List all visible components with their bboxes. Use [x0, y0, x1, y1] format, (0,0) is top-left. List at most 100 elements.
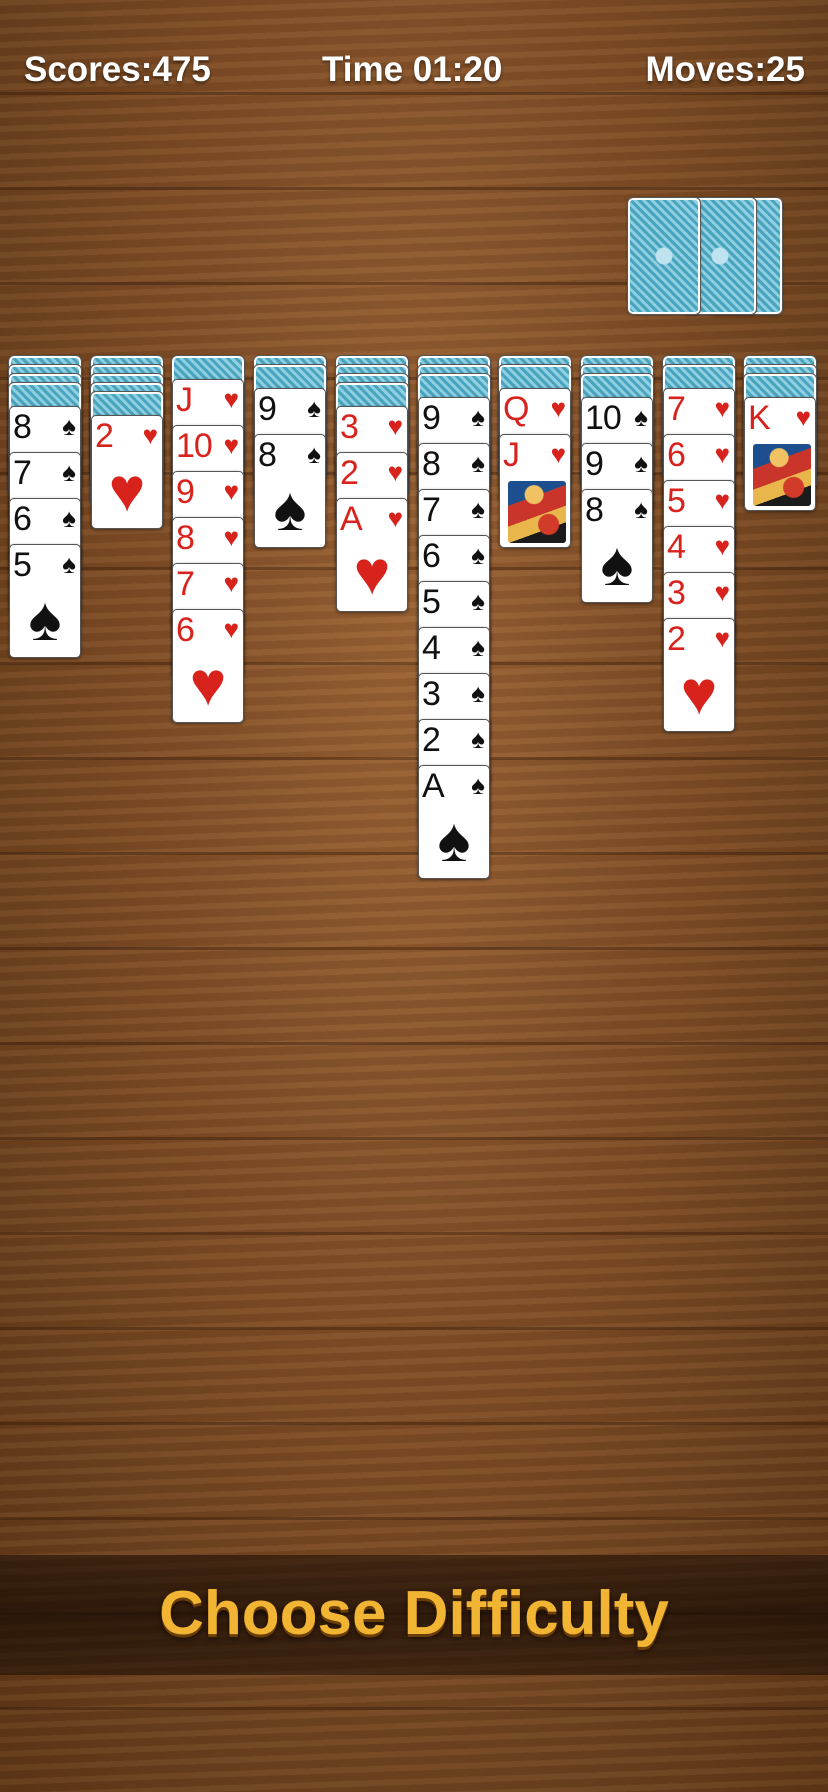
- heart-icon: ♥: [189, 650, 227, 719]
- heart-icon: ♥: [387, 503, 403, 533]
- card-rank: 3: [667, 574, 686, 612]
- card-rank: 6: [667, 436, 686, 474]
- spade-icon: ♠: [62, 549, 76, 579]
- spade-icon: ♠: [471, 586, 485, 616]
- card-rank: 8: [176, 519, 195, 557]
- card-rank: 2: [422, 721, 441, 759]
- card-rank: 8: [258, 436, 277, 474]
- heart-icon: ♥: [387, 411, 403, 441]
- spade-icon: ♠: [600, 530, 634, 599]
- card-rank: 2: [95, 417, 114, 455]
- heart-icon: ♥: [223, 568, 239, 598]
- card-rank: 5: [422, 583, 441, 621]
- spade-icon: ♠: [634, 448, 648, 478]
- heart-icon: ♥: [714, 485, 730, 515]
- card-rank: 10: [585, 399, 622, 437]
- card-rank: 5: [13, 546, 32, 584]
- time-display: Time 01:20: [322, 50, 503, 89]
- playing-card[interactable]: 5 ♠ ♠: [9, 544, 81, 658]
- stock-pile[interactable]: [627, 197, 783, 316]
- spade-icon: ♠: [634, 402, 648, 432]
- playing-card[interactable]: A ♥ ♥: [336, 498, 408, 612]
- spade-icon: ♠: [634, 494, 648, 524]
- spade-icon: ♠: [471, 632, 485, 662]
- spade-icon: ♠: [62, 457, 76, 487]
- heart-icon: ♥: [108, 456, 146, 525]
- heart-icon: ♥: [223, 384, 239, 414]
- card-rank: 6: [176, 611, 195, 649]
- heart-icon: ♥: [680, 659, 718, 728]
- card-rank: 6: [13, 500, 32, 538]
- playing-card[interactable]: K ♥: [744, 397, 816, 511]
- card-rank: 6: [422, 537, 441, 575]
- heart-icon: ♥: [550, 439, 566, 469]
- spade-icon: ♠: [471, 540, 485, 570]
- card-rank: K: [748, 399, 771, 437]
- spade-icon: ♠: [471, 402, 485, 432]
- heart-icon: ♥: [714, 531, 730, 561]
- heart-icon: ♥: [223, 430, 239, 460]
- heart-icon: ♥: [142, 420, 158, 450]
- choose-difficulty-button[interactable]: Choose Difficulty: [0, 1578, 828, 1649]
- heart-icon: ♥: [714, 623, 730, 653]
- card-rank: 3: [340, 408, 359, 446]
- spade-icon: ♠: [471, 448, 485, 478]
- moves-display: Moves:25: [645, 50, 805, 89]
- card-rank: 4: [422, 629, 441, 667]
- heart-icon: ♥: [795, 402, 811, 432]
- heart-icon: ♥: [714, 393, 730, 423]
- card-rank: 9: [585, 445, 604, 483]
- card-rank: 10: [176, 427, 213, 465]
- card-rank: 9: [258, 390, 277, 428]
- card-rank: 3: [422, 675, 441, 713]
- spade-icon: ♠: [62, 411, 76, 441]
- heart-icon: ♥: [223, 522, 239, 552]
- spade-icon: ♠: [28, 585, 62, 654]
- card-rank: 8: [422, 445, 441, 483]
- spade-icon: ♠: [62, 503, 76, 533]
- playing-card[interactable]: 2 ♥ ♥: [91, 415, 163, 529]
- heart-icon: ♥: [353, 539, 391, 608]
- court-card-art: [508, 481, 566, 543]
- playing-card[interactable]: 2 ♥ ♥: [663, 618, 735, 732]
- spade-icon: ♠: [471, 678, 485, 708]
- score-display: Scores:475: [24, 50, 211, 89]
- card-rank: 2: [667, 620, 686, 658]
- card-rank: J: [176, 381, 193, 419]
- card-rank: 9: [422, 399, 441, 437]
- playing-card[interactable]: 8 ♠ ♠: [581, 489, 653, 603]
- court-card-art: [753, 444, 811, 506]
- card-rank: 7: [176, 565, 195, 603]
- playing-card[interactable]: J ♥: [499, 434, 571, 548]
- card-rank: 7: [667, 390, 686, 428]
- spade-icon: ♠: [437, 806, 471, 875]
- playing-card[interactable]: 6 ♥ ♥: [172, 609, 244, 723]
- heart-icon: ♥: [387, 457, 403, 487]
- heart-icon: ♥: [714, 577, 730, 607]
- spade-icon: ♠: [471, 724, 485, 754]
- card-rank: 8: [13, 408, 32, 446]
- heart-icon: ♥: [714, 439, 730, 469]
- stock-card-back[interactable]: [627, 197, 701, 315]
- playing-card[interactable]: 8 ♠ ♠: [254, 434, 326, 548]
- spade-icon: ♠: [471, 494, 485, 524]
- heart-icon: ♥: [223, 476, 239, 506]
- card-rank: 7: [422, 491, 441, 529]
- card-rank: 4: [667, 528, 686, 566]
- heart-icon: ♥: [223, 614, 239, 644]
- playing-card[interactable]: A ♠ ♠: [418, 765, 490, 879]
- spade-icon: ♠: [273, 475, 307, 544]
- card-rank: 7: [13, 454, 32, 492]
- card-rank: A: [422, 767, 445, 805]
- card-rank: J: [503, 436, 520, 474]
- card-rank: A: [340, 500, 363, 538]
- card-rank: 9: [176, 473, 195, 511]
- spade-icon: ♠: [471, 770, 485, 800]
- card-rank: 8: [585, 491, 604, 529]
- card-rank: 2: [340, 454, 359, 492]
- card-rank: Q: [503, 390, 529, 428]
- spade-icon: ♠: [307, 393, 321, 423]
- card-rank: 5: [667, 482, 686, 520]
- heart-icon: ♥: [550, 393, 566, 423]
- spade-icon: ♠: [307, 439, 321, 469]
